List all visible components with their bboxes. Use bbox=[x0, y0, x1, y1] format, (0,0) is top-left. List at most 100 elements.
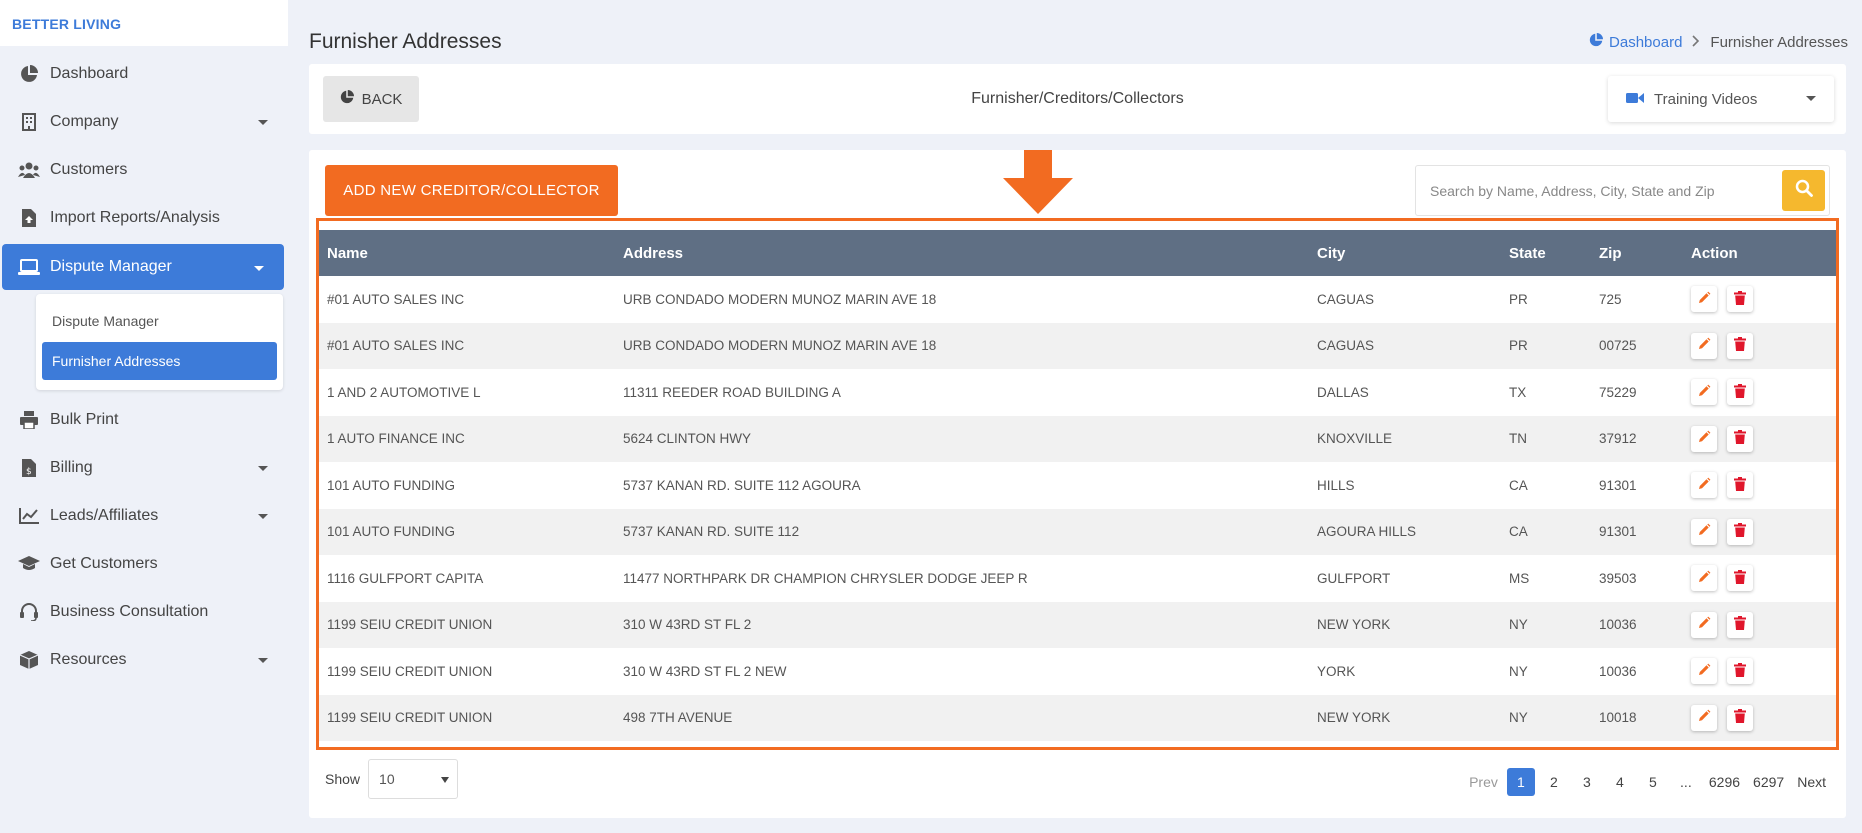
headset-icon bbox=[18, 601, 40, 623]
breadcrumb-home[interactable]: Dashboard bbox=[1589, 33, 1682, 51]
delete-button[interactable] bbox=[1727, 518, 1753, 545]
column-header-address[interactable]: Address bbox=[615, 230, 1309, 276]
sidebar-item-label: Dispute Manager bbox=[50, 258, 172, 275]
delete-button[interactable] bbox=[1727, 565, 1753, 592]
cell-action bbox=[1683, 369, 1836, 416]
edit-button[interactable] bbox=[1691, 286, 1717, 313]
cell-action bbox=[1683, 276, 1836, 323]
trash-icon bbox=[1734, 476, 1746, 494]
trash-icon bbox=[1734, 662, 1746, 680]
edit-button[interactable] bbox=[1691, 704, 1717, 731]
sidebar-item-dashboard[interactable]: Dashboard bbox=[0, 50, 288, 98]
sidebar-item-leads-affiliates[interactable]: Leads/Affiliates bbox=[0, 492, 288, 540]
invoice-icon: $ bbox=[18, 457, 40, 479]
cell-address: 310 W 43RD ST FL 2 bbox=[615, 601, 1309, 648]
table-row: 1 AND 2 AUTOMOTIVE L 11311 REEDER ROAD BU… bbox=[319, 369, 1836, 416]
delete-button[interactable] bbox=[1727, 658, 1753, 685]
edit-button[interactable] bbox=[1691, 518, 1717, 545]
cell-action bbox=[1683, 322, 1836, 369]
cell-action bbox=[1683, 694, 1836, 741]
brand-logo[interactable]: BETTER LIVING bbox=[0, 0, 288, 46]
edit-button[interactable] bbox=[1691, 379, 1717, 406]
column-header-city[interactable]: City bbox=[1309, 230, 1501, 276]
column-header-zip[interactable]: Zip bbox=[1591, 230, 1683, 276]
pagination-ellipsis[interactable]: ... bbox=[1672, 768, 1700, 796]
cell-city: KNOXVILLE bbox=[1309, 415, 1501, 462]
submenu-item-furnisher-addresses[interactable]: Furnisher Addresses bbox=[42, 342, 277, 380]
sidebar-item-bulk-print[interactable]: Bulk Print bbox=[0, 396, 288, 444]
cell-zip: 10018 bbox=[1591, 694, 1683, 741]
graduation-cap-icon bbox=[18, 553, 40, 575]
furnisher-table: Name Address City State Zip Action #01 A… bbox=[319, 230, 1836, 741]
sidebar-item-dispute-manager[interactable]: Dispute Manager bbox=[2, 244, 284, 290]
edit-button[interactable] bbox=[1691, 472, 1717, 499]
submenu-item-dispute-manager[interactable]: Dispute Manager bbox=[42, 304, 277, 338]
sidebar-item-import-reports[interactable]: Import Reports/Analysis bbox=[0, 194, 288, 242]
pagination-page[interactable]: 6297 bbox=[1749, 768, 1788, 796]
cell-zip: 91301 bbox=[1599, 477, 1637, 493]
cell-address: URB CONDADO MODERN MUNOZ MARIN AVE 18 bbox=[623, 291, 937, 307]
sidebar-item-label: Business Consultation bbox=[50, 603, 209, 620]
sidebar-item-company[interactable]: Company bbox=[0, 98, 288, 146]
caret-down-icon bbox=[258, 120, 268, 125]
delete-button[interactable] bbox=[1727, 286, 1753, 313]
pagination-page[interactable]: 1 bbox=[1506, 768, 1535, 796]
search-input[interactable] bbox=[1416, 166, 1782, 215]
pagination-page[interactable]: 4 bbox=[1606, 768, 1634, 796]
breadcrumb: Dashboard Furnisher Addresses bbox=[1589, 33, 1848, 51]
users-icon bbox=[18, 159, 40, 181]
pencil-icon bbox=[1697, 337, 1711, 354]
sidebar-item-business-consultation[interactable]: Business Consultation bbox=[0, 588, 288, 636]
column-header-action: Action bbox=[1683, 230, 1836, 276]
sidebar-item-get-customers[interactable]: Get Customers bbox=[0, 540, 288, 588]
delete-button[interactable] bbox=[1727, 379, 1753, 406]
pagination-page[interactable]: 5 bbox=[1639, 768, 1667, 796]
page-size-select[interactable]: 10 bbox=[368, 759, 459, 799]
edit-button[interactable] bbox=[1691, 565, 1717, 592]
caret-down-icon bbox=[258, 466, 268, 471]
cell-state: NY bbox=[1501, 694, 1591, 741]
cell-city: CAGUAS bbox=[1317, 291, 1375, 307]
pagination-next[interactable]: Next bbox=[1793, 768, 1830, 796]
table-row: #01 AUTO SALES INC URB CONDADO MODERN MUN… bbox=[319, 276, 1836, 323]
add-creditor-button[interactable]: ADD NEW CREDITOR/COLLECTOR bbox=[325, 165, 618, 216]
pencil-icon bbox=[1697, 291, 1711, 308]
breadcrumb-current: Furnisher Addresses bbox=[1710, 33, 1848, 51]
trash-icon bbox=[1734, 709, 1746, 726]
cell-zip: 10036 bbox=[1599, 663, 1637, 679]
svg-text:$: $ bbox=[26, 467, 32, 477]
pagination-page[interactable]: 2 bbox=[1540, 768, 1568, 796]
cell-city: GULFPORT bbox=[1317, 570, 1391, 586]
sidebar-item-customers[interactable]: Customers bbox=[0, 146, 288, 194]
table-row: #01 AUTO SALES INC URB CONDADO MODERN MUN… bbox=[319, 322, 1836, 369]
column-header-state[interactable]: State bbox=[1501, 230, 1591, 276]
cell-zip: 725 bbox=[1599, 291, 1622, 307]
pencil-icon bbox=[1697, 477, 1711, 494]
cell-name: 101 AUTO FUNDING bbox=[319, 508, 615, 555]
cell-name: 1 AND 2 AUTOMOTIVE L bbox=[327, 384, 481, 400]
delete-button[interactable] bbox=[1727, 332, 1753, 359]
sidebar-item-resources[interactable]: Resources bbox=[0, 636, 288, 684]
column-header-name[interactable]: Name bbox=[319, 230, 615, 276]
delete-button[interactable] bbox=[1727, 611, 1753, 638]
cell-name: 1199 SEIU CREDIT UNION bbox=[327, 663, 493, 679]
printer-icon bbox=[18, 409, 40, 431]
training-videos-dropdown[interactable]: Training Videos bbox=[1608, 76, 1834, 122]
edit-button[interactable] bbox=[1691, 611, 1717, 638]
chevron-right-icon bbox=[1692, 34, 1700, 50]
edit-button[interactable] bbox=[1691, 425, 1717, 452]
edit-button[interactable] bbox=[1691, 658, 1717, 685]
delete-button[interactable] bbox=[1727, 425, 1753, 452]
pagination-prev[interactable]: Prev bbox=[1465, 768, 1502, 796]
pagination-page[interactable]: 6296 bbox=[1705, 768, 1744, 796]
edit-button[interactable] bbox=[1691, 332, 1717, 359]
row-actions bbox=[1691, 332, 1836, 359]
pencil-icon bbox=[1697, 663, 1711, 680]
pagination-page[interactable]: 3 bbox=[1573, 768, 1601, 796]
search-button[interactable] bbox=[1782, 170, 1825, 211]
cell-action bbox=[1683, 601, 1836, 648]
delete-button[interactable] bbox=[1727, 704, 1753, 731]
delete-button[interactable] bbox=[1727, 472, 1753, 499]
sidebar-item-billing[interactable]: $ Billing bbox=[0, 444, 288, 492]
dispute-manager-submenu: Dispute Manager Furnisher Addresses bbox=[36, 294, 283, 390]
